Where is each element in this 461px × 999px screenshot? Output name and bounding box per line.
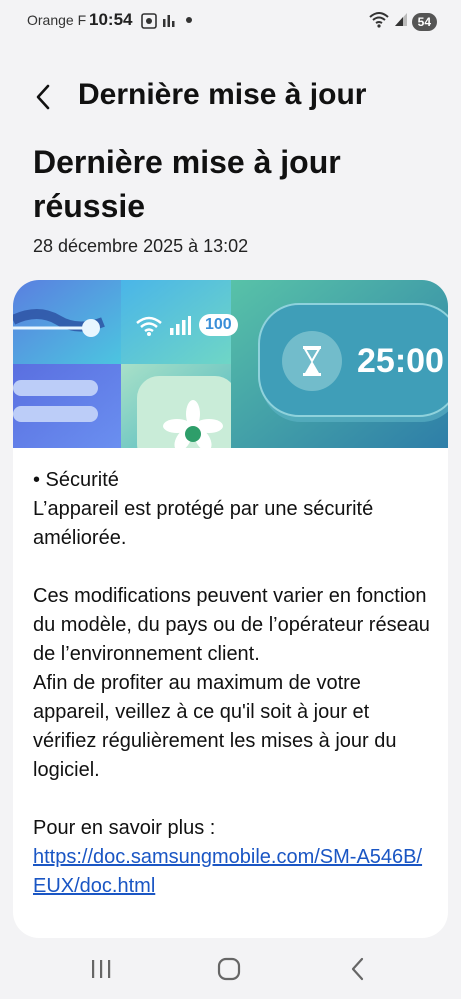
wifi-icon (135, 314, 163, 341)
back-nav-button[interactable] (342, 955, 376, 983)
battery-indicator: 100 (199, 314, 238, 336)
update-status-heading: Dernière mise à jour réussie (33, 144, 341, 224)
hourglass-icon (301, 345, 323, 382)
bullet-description: L’appareil est protégé par une sécurité … (33, 498, 374, 549)
notes-paragraph-2: Afin de profiter au maximum de votre app… (33, 672, 397, 781)
more-info-label: Pour en savoir plus : (33, 817, 216, 839)
screenshot-icon (140, 12, 158, 35)
release-notes: • Sécurité L’appareil est protégé par un… (33, 466, 433, 901)
wifi-icon (368, 10, 390, 33)
timer-display: 25:00 (357, 342, 444, 380)
notes-paragraph-1: Ces modifications peuvent varier en fonc… (33, 585, 430, 665)
signal-bars-icon (169, 316, 191, 341)
navigation-bar (0, 940, 461, 999)
back-icon (351, 957, 364, 981)
back-button[interactable] (30, 80, 60, 114)
status-bar: Orange F 10:54 54 (0, 0, 461, 42)
feature-banner: 100 25:00 (13, 280, 448, 466)
home-icon (217, 957, 241, 981)
cell-signal-icon (394, 11, 408, 32)
carrier-label: Orange F (27, 12, 87, 28)
documentation-link[interactable]: https://doc.samsungmobile.com/SM-A546B/E… (33, 846, 422, 897)
recents-icon (92, 960, 111, 978)
signal-bars-icon (162, 12, 176, 33)
flower-app-icon (161, 398, 225, 453)
page-title: Dernière mise à jour (78, 78, 367, 111)
battery-icon: 54 (411, 12, 437, 31)
home-button[interactable] (212, 955, 246, 983)
dot-icon (186, 17, 192, 23)
recents-button[interactable] (84, 955, 118, 983)
chevron-left-icon (36, 84, 50, 110)
clock: 10:54 (89, 10, 133, 29)
bullet-heading: • Sécurité (33, 469, 119, 491)
update-date: 28 décembre 2025 à 13:02 (33, 236, 249, 256)
update-details-card: 100 25:00 • Sécurité L’appareil est prot… (13, 280, 448, 938)
